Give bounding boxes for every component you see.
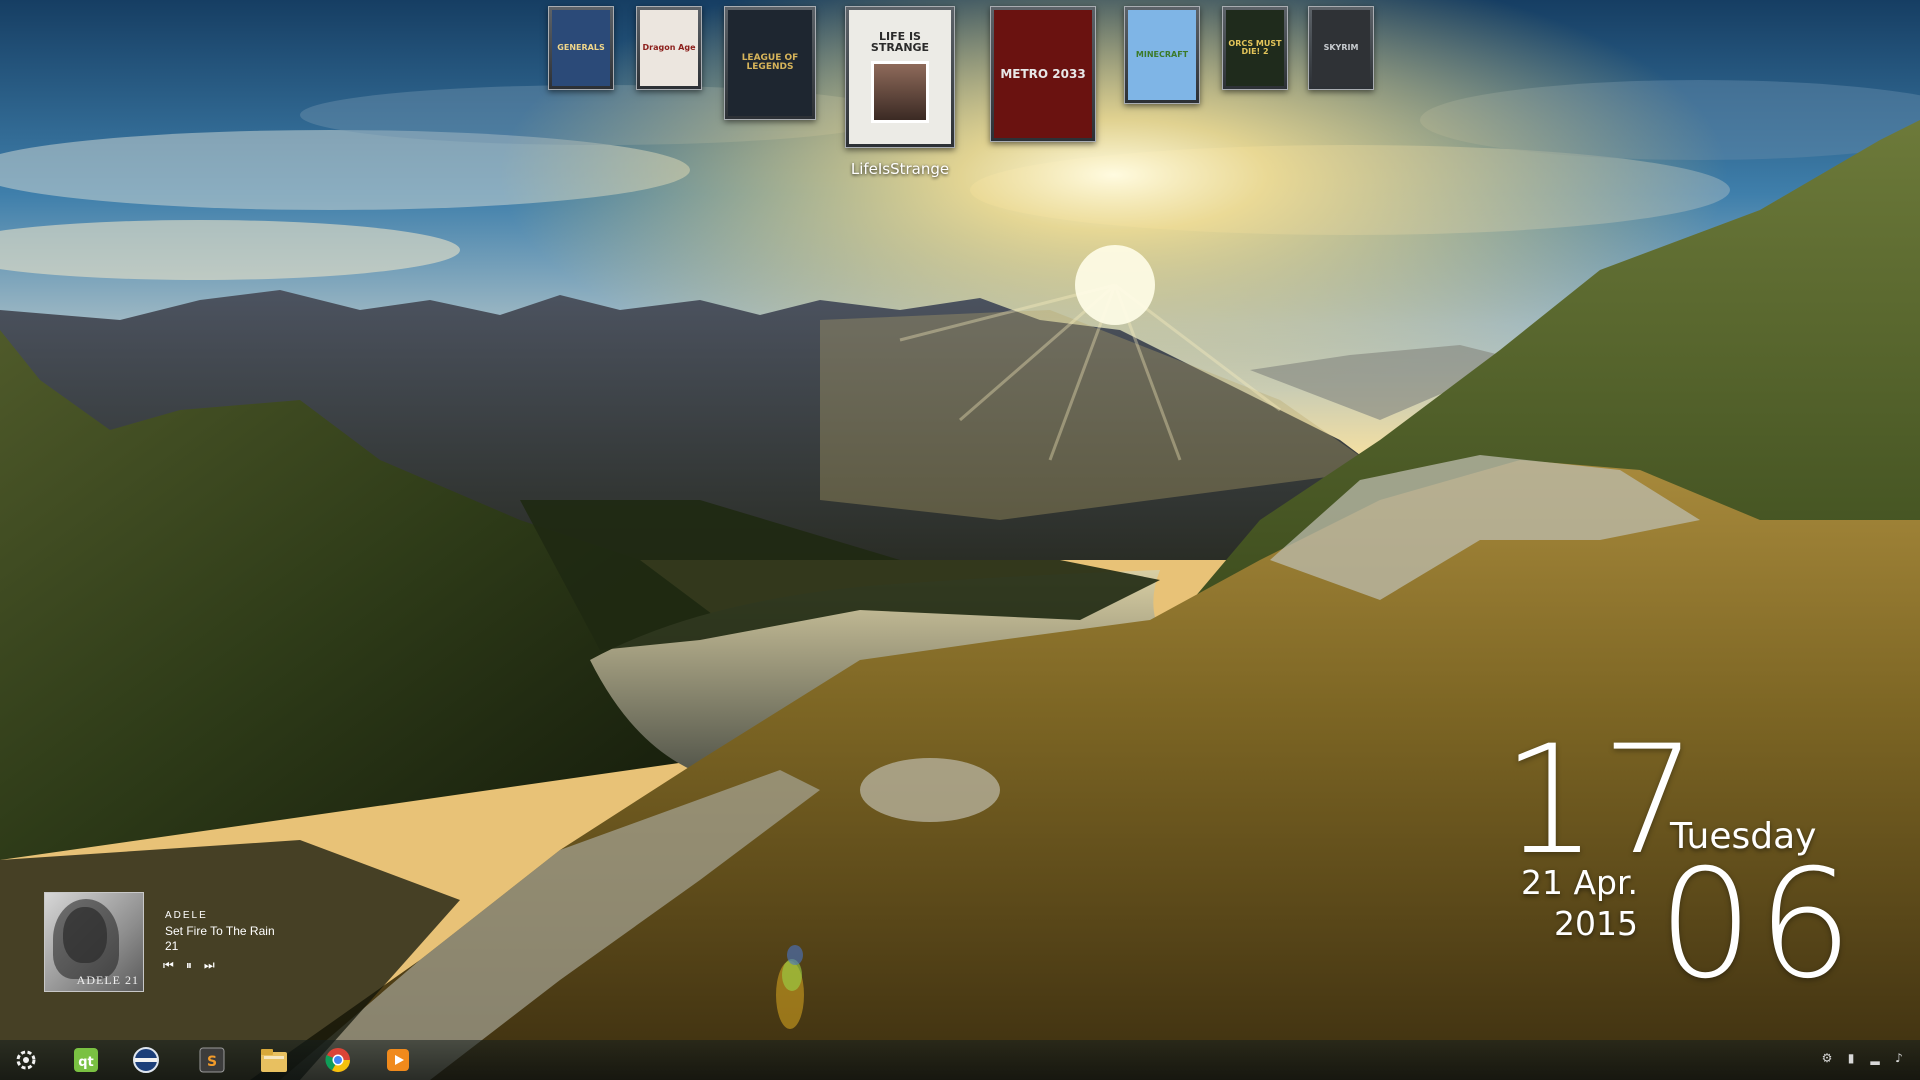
network-icon[interactable]: ⚙ (1820, 1050, 1834, 1066)
start-orb-icon[interactable] (10, 1044, 42, 1076)
desktop: GENERALS Dragon Age LEAGUE OF LEGENDS LI… (0, 0, 1920, 1080)
svg-text:qt: qt (78, 1055, 94, 1070)
start-orb-glyph (16, 1050, 36, 1070)
game-cover-title: LEAGUE OF LEGENDS (741, 53, 799, 72)
game-skyrim[interactable]: SKYRIM (1308, 6, 1374, 90)
game-cover-title: ORCS MUST DIE! 2 (1228, 39, 1282, 56)
file-explorer-glyph (261, 1049, 287, 1072)
player-controls: ⏮ ⏸ ⏭ (163, 958, 215, 973)
battery-icon[interactable]: ▮ (1844, 1050, 1858, 1066)
media-center-icon[interactable] (382, 1044, 414, 1076)
game-dragon-age[interactable]: Dragon Age (636, 6, 702, 90)
game-cover-orcs-must-die-2: ORCS MUST DIE! 2 (1226, 10, 1284, 86)
game-cover-minecraft: MINECRAFT (1128, 10, 1196, 100)
clock-date: 21 Apr. (1520, 863, 1638, 902)
album-art-caption: ADELE 21 (76, 973, 139, 987)
svg-text:S: S (207, 1054, 217, 1070)
sublime-text-icon[interactable]: S (196, 1044, 228, 1076)
game-metro-2033[interactable]: METRO 2033 (990, 6, 1096, 142)
album-art-face (63, 907, 107, 963)
chrome-glyph (325, 1048, 350, 1073)
game-cover-title: LIFE IS STRANGE (870, 30, 930, 54)
game-generals[interactable]: GENERALS (548, 6, 614, 90)
media-player-glyph (133, 1047, 159, 1073)
taskbar: qt S ⚙ ▮ ▂ ♪ (0, 1040, 1920, 1080)
game-cover-title: METRO 2033 (1000, 67, 1086, 81)
hovered-game-label: LifeIsStrange (850, 160, 950, 178)
game-cover-life-is-strange: LIFE IS STRANGE (849, 10, 951, 144)
volume-icon[interactable]: ♪ (1892, 1050, 1906, 1066)
track-artist: ADELE (165, 910, 208, 921)
signal-icon[interactable]: ▂ (1868, 1050, 1882, 1066)
chrome-icon[interactable] (322, 1044, 354, 1076)
clock-date-block: 21 Apr. 2015 (1498, 862, 1638, 945)
game-dock: GENERALS Dragon Age LEAGUE OF LEGENDS LI… (0, 0, 1920, 190)
next-track-icon[interactable]: ⏭ (204, 958, 215, 973)
pause-icon[interactable]: ⏸ (186, 958, 192, 973)
game-life-is-strange[interactable]: LIFE IS STRANGE (845, 6, 955, 148)
game-cover-dragon-age: Dragon Age (640, 10, 698, 86)
game-cover-title: Dragon Age (642, 43, 696, 52)
previous-track-icon[interactable]: ⏮ (163, 958, 174, 973)
game-minecraft[interactable]: MINECRAFT (1124, 6, 1200, 104)
game-cover-title: MINECRAFT (1135, 50, 1189, 59)
game-cover-metro-2033: METRO 2033 (994, 10, 1092, 138)
track-album: 21 (165, 939, 179, 953)
game-cover-skyrim: SKYRIM (1312, 10, 1370, 86)
album-art[interactable]: ADELE 21 (44, 892, 144, 992)
clock-year: 2015 (1554, 904, 1638, 944)
game-cover-league-of-legends: LEAGUE OF LEGENDS (728, 10, 812, 116)
game-cover-title: SKYRIM (1323, 43, 1359, 52)
media-center-glyph (387, 1049, 409, 1071)
clock-minute: 06 (1658, 838, 1857, 1012)
media-player-icon[interactable] (130, 1044, 162, 1076)
sublime-text-glyph: S (199, 1047, 225, 1073)
music-player-widget: ADELE 21 ADELE Set Fire To The Rain 21 ⏮… (44, 892, 304, 994)
game-cover-generals: GENERALS (552, 10, 610, 86)
game-league-of-legends[interactable]: LEAGUE OF LEGENDS (724, 6, 816, 120)
file-explorer-icon[interactable] (258, 1044, 290, 1076)
track-title: Set Fire To The Rain (165, 924, 275, 938)
qbittorrent-glyph: qt (74, 1048, 98, 1072)
qbittorrent-icon[interactable]: qt (70, 1044, 102, 1076)
clock-widget: 17 Tuesday 21 Apr. 2015 06 (1480, 700, 1920, 1000)
system-tray: ⚙ ▮ ▂ ♪ (1820, 1050, 1906, 1066)
game-cover-title: GENERALS (557, 43, 605, 52)
game-cover-photo (871, 61, 929, 123)
game-orcs-must-die-2[interactable]: ORCS MUST DIE! 2 (1222, 6, 1288, 90)
